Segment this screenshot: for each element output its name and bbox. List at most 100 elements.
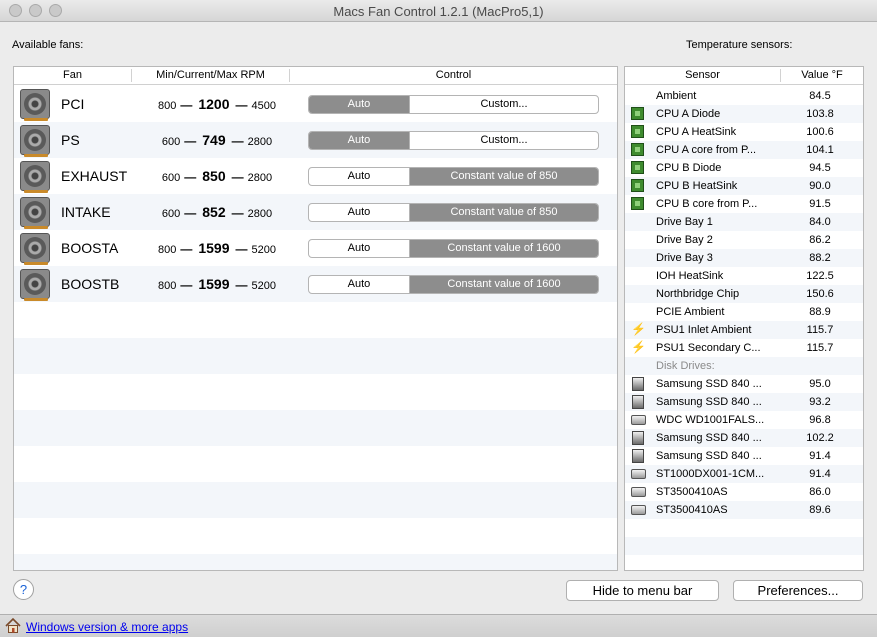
cpu-chip-icon — [631, 107, 644, 120]
windows-version-link[interactable]: Windows version & more apps — [26, 620, 188, 634]
sensor-row[interactable]: CPU B HeatSink 90.0 — [625, 177, 863, 195]
title-bar[interactable]: Macs Fan Control 1.2.1 (MacPro5,1) — [0, 0, 877, 22]
preferences-button[interactable]: Preferences... — [733, 580, 863, 601]
custom-button[interactable]: Custom... — [410, 132, 598, 149]
rpm-separator: — — [235, 98, 248, 112]
fan-icon — [20, 161, 50, 193]
fan-control-segmented: Auto Constant value of 1600 — [308, 239, 599, 258]
sensor-row[interactable]: PCIE Ambient 88.9 — [625, 303, 863, 321]
rpm-separator: — — [180, 98, 193, 112]
sensor-name: Drive Bay 3 — [656, 252, 713, 264]
fan-rpm: 800—1200—4500 — [132, 96, 302, 112]
fan-icon — [20, 269, 50, 301]
fan-row-boostb[interactable]: BOOSTB 800—1599—5200 Auto Constant value of… — [14, 266, 617, 302]
fan-row-pci[interactable]: PCI 800—1200—4500 Auto Custom... — [14, 86, 617, 122]
sensor-row[interactable]: Samsung SSD 840 ... 91.4 — [625, 447, 863, 465]
ssd-icon — [632, 395, 644, 409]
fan-current-rpm: 1200 — [198, 96, 230, 112]
sensor-row[interactable]: CPU B Diode 94.5 — [625, 159, 863, 177]
sensor-row[interactable]: ⚡ PSU1 Secondary C... 115.7 — [625, 339, 863, 357]
sensor-value: 104.1 — [806, 144, 834, 156]
rpm-separator: — — [180, 278, 193, 292]
sensor-group-label: Disk Drives: — [656, 360, 715, 372]
sensor-row[interactable]: Drive Bay 1 84.0 — [625, 213, 863, 231]
rpm-column-header[interactable]: Min/Current/Max RPM — [132, 69, 289, 81]
fan-row-boosta[interactable]: BOOSTA 800—1599—5200 Auto Constant value of… — [14, 230, 617, 266]
fan-rpm: 800—1599—5200 — [132, 240, 302, 256]
sensor-name: PCIE Ambient — [656, 306, 725, 318]
fan-control-segmented: Auto Constant value of 850 — [308, 167, 599, 186]
auto-button[interactable]: Auto — [309, 96, 410, 113]
fan-icon — [20, 233, 50, 265]
sensor-row[interactable]: ST3500410AS 86.0 — [625, 483, 863, 501]
empty-row — [14, 374, 617, 410]
sensor-row[interactable]: IOH HeatSink 122.5 — [625, 267, 863, 285]
custom-button[interactable]: Custom... — [410, 96, 598, 113]
sensor-name: Samsung SSD 840 ... — [656, 396, 762, 408]
value-column-header[interactable]: Value °F — [781, 69, 863, 81]
auto-button[interactable]: Auto — [309, 204, 410, 221]
fan-name: PS — [61, 132, 80, 148]
empty-row — [625, 555, 863, 570]
fan-control-segmented: Auto Custom... — [308, 95, 599, 114]
sensor-row[interactable]: WDC WD1001FALS... 96.8 — [625, 411, 863, 429]
rpm-separator: — — [180, 242, 193, 256]
sensor-row[interactable]: Northbridge Chip 150.6 — [625, 285, 863, 303]
fan-control-segmented: Auto Custom... — [308, 131, 599, 150]
sensor-name: Northbridge Chip — [656, 288, 740, 300]
sensor-row[interactable]: ST1000DX001-1CM... 91.4 — [625, 465, 863, 483]
auto-button[interactable]: Auto — [309, 240, 410, 257]
sensor-value: 91.5 — [809, 198, 831, 210]
ssd-icon — [632, 449, 644, 463]
ssd-icon — [632, 431, 644, 445]
sensor-row[interactable]: ⚡ PSU1 Inlet Ambient 115.7 — [625, 321, 863, 339]
sensor-name: Drive Bay 2 — [656, 234, 713, 246]
hide-to-menu-bar-button[interactable]: Hide to menu bar — [566, 580, 719, 601]
sensor-row[interactable]: Drive Bay 2 86.2 — [625, 231, 863, 249]
auto-button[interactable]: Auto — [309, 168, 410, 185]
sensors-table: Sensor Value °F Ambient 84.5 CPU A Diode 10… — [624, 66, 864, 571]
fan-column-header[interactable]: Fan — [14, 69, 131, 81]
hard-drive-icon — [631, 487, 646, 497]
sensor-name: CPU B HeatSink — [656, 180, 738, 192]
sensor-row[interactable]: ST3500410AS 89.6 — [625, 501, 863, 519]
rpm-separator: — — [184, 134, 197, 148]
fan-current-rpm: 1599 — [198, 276, 230, 292]
sensor-row[interactable]: CPU A core from P... 104.1 — [625, 141, 863, 159]
sensor-column-header[interactable]: Sensor — [625, 69, 780, 81]
window-title: Macs Fan Control 1.2.1 (MacPro5,1) — [333, 4, 544, 19]
control-column-header[interactable]: Control — [290, 69, 617, 81]
rpm-separator: — — [231, 170, 244, 184]
fan-rpm: 800—1599—5200 — [132, 276, 302, 292]
sensor-name: ST3500410AS — [656, 486, 728, 498]
sensor-row[interactable]: Samsung SSD 840 ... 93.2 — [625, 393, 863, 411]
auto-button[interactable]: Auto — [309, 132, 410, 149]
sensor-name: PSU1 Inlet Ambient — [656, 324, 752, 336]
custom-button[interactable]: Constant value of 850 — [410, 168, 598, 185]
auto-button[interactable]: Auto — [309, 276, 410, 293]
fan-row-ps[interactable]: PS 600—749—2800 Auto Custom... — [14, 122, 617, 158]
custom-button[interactable]: Constant value of 850 — [410, 204, 598, 221]
sensor-row[interactable]: Samsung SSD 840 ... 102.2 — [625, 429, 863, 447]
fan-row-intake[interactable]: INTAKE 600—852—2800 Auto Constant value of … — [14, 194, 617, 230]
sensor-name: CPU B Diode — [656, 162, 722, 174]
fan-row-exhaust[interactable]: EXHAUST 600—850—2800 Auto Constant value of… — [14, 158, 617, 194]
sensor-row[interactable]: Ambient 84.5 — [625, 87, 863, 105]
sensor-row[interactable]: CPU A HeatSink 100.6 — [625, 123, 863, 141]
sensor-row[interactable]: Drive Bay 3 88.2 — [625, 249, 863, 267]
help-button[interactable]: ? — [13, 579, 34, 600]
sensor-name: Samsung SSD 840 ... — [656, 450, 762, 462]
sensor-value: 102.2 — [806, 432, 834, 444]
fan-icon — [20, 197, 50, 229]
sensor-row[interactable]: CPU A Diode 103.8 — [625, 105, 863, 123]
custom-button[interactable]: Constant value of 1600 — [410, 240, 598, 257]
rpm-separator: — — [231, 134, 244, 148]
fan-current-rpm: 1599 — [198, 240, 230, 256]
home-icon — [5, 618, 21, 633]
sensor-value: 122.5 — [806, 270, 834, 282]
fan-rpm: 600—749—2800 — [132, 132, 302, 148]
sensor-row[interactable]: Samsung SSD 840 ... 95.0 — [625, 375, 863, 393]
sensor-row[interactable]: CPU B core from P... 91.5 — [625, 195, 863, 213]
custom-button[interactable]: Constant value of 1600 — [410, 276, 598, 293]
sensor-name: Drive Bay 1 — [656, 216, 713, 228]
